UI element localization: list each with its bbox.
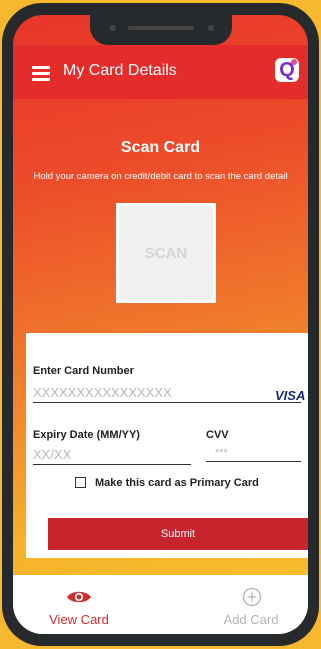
primary-card-checkbox[interactable] xyxy=(75,477,86,488)
card-number-input[interactable] xyxy=(33,385,301,403)
nav-view-card-label: View Card xyxy=(49,612,109,627)
sensor-icon xyxy=(208,25,214,31)
phone-notch xyxy=(90,15,232,45)
eye-icon xyxy=(67,591,91,603)
expiry-date-input[interactable] xyxy=(33,447,191,465)
cvv-label: CVV xyxy=(206,429,229,441)
scan-card-title: Scan Card xyxy=(120,139,201,156)
phone-screen: My Card Details Q Scan Card Hold your ca… xyxy=(13,15,308,634)
nav-view-card[interactable]: View Card xyxy=(19,575,139,634)
cvv-input[interactable] xyxy=(206,447,301,462)
speaker-icon xyxy=(128,26,194,30)
submit-button[interactable]: Submit xyxy=(48,518,308,550)
expiry-date-label: Expiry Date (MM/YY) xyxy=(33,429,140,441)
nav-add-card[interactable]: Add Card xyxy=(191,575,308,634)
bottom-nav: View Card Add Card xyxy=(13,575,308,634)
camera-icon xyxy=(110,25,116,31)
app-logo-icon: Q xyxy=(275,58,299,82)
page-title: My Card Details xyxy=(63,62,177,79)
hamburger-menu-icon[interactable] xyxy=(32,66,50,81)
scan-card-subtitle: Hold your camera on credit/debit card to… xyxy=(33,171,288,182)
card-form: Enter Card Number VISA Expiry Date (MM/Y… xyxy=(26,333,308,558)
nav-add-card-label: Add Card xyxy=(223,612,279,627)
phone-frame: My Card Details Q Scan Card Hold your ca… xyxy=(2,3,319,646)
primary-card-label: Make this card as Primary Card xyxy=(95,477,259,489)
scan-button[interactable]: SCAN xyxy=(116,203,216,303)
card-number-label: Enter Card Number xyxy=(33,365,134,377)
visa-logo: VISA xyxy=(275,388,306,403)
plus-circle-icon xyxy=(242,587,262,607)
app-header: My Card Details Q xyxy=(13,45,308,99)
